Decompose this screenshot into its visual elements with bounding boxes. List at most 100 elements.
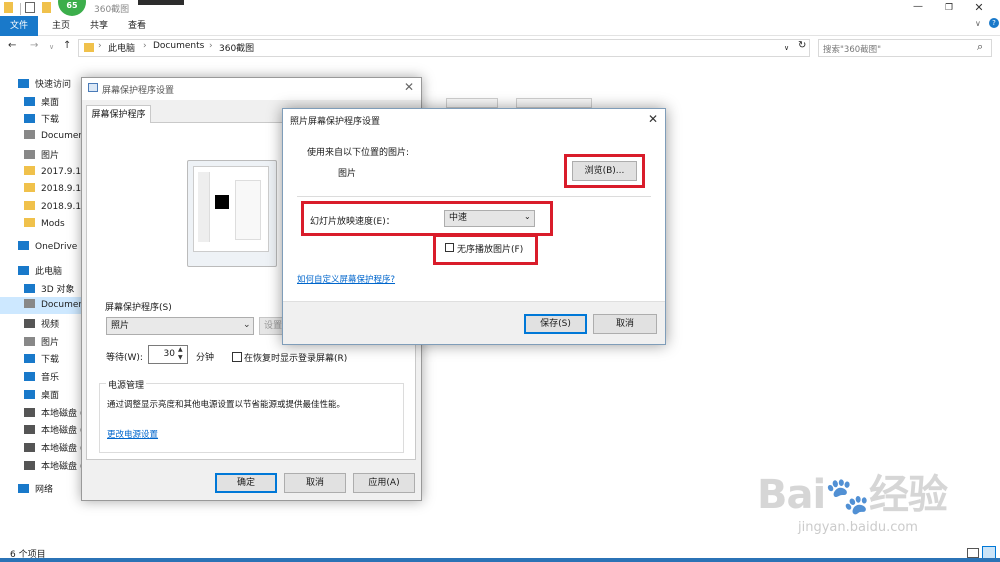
sidebar-item[interactable]: 2018.9.17 <box>24 201 82 212</box>
screensaver-select[interactable]: 照片 <box>106 317 254 335</box>
breadcrumb-separator[interactable]: › <box>209 41 213 51</box>
resume-checkbox[interactable] <box>232 352 242 362</box>
refresh-icon[interactable]: ↻ <box>798 40 806 51</box>
breadcrumb-this-pc[interactable]: 此电脑 <box>108 41 135 54</box>
file-thumbnail[interactable] <box>516 98 592 108</box>
taskbar-edge <box>0 558 1000 562</box>
search-icon[interactable]: ⌕ <box>977 40 983 54</box>
folder-icon <box>24 166 35 175</box>
recent-locations-button[interactable]: ∨ <box>49 43 54 51</box>
maximize-button[interactable]: ❐ <box>936 0 962 16</box>
document-icon <box>24 130 35 139</box>
sidebar-item[interactable]: 桌面 <box>24 95 82 108</box>
sidebar-item[interactable]: OneDrive <box>18 241 82 252</box>
sidebar-item[interactable]: 快速访问 <box>18 77 82 90</box>
sidebar-item[interactable]: 下载 <box>24 112 82 125</box>
sidebar-item[interactable]: 图片 <box>24 335 82 348</box>
slide-speed-select[interactable]: 中速 <box>444 210 535 227</box>
tab-home[interactable]: 主页 <box>44 16 78 36</box>
picture-icon <box>24 337 35 346</box>
shuffle-label[interactable]: 无序播放图片(F) <box>457 242 523 255</box>
tab-screensaver[interactable]: 屏幕保护程序 <box>86 105 151 123</box>
power-description: 通过调整显示亮度和其他电源设置以节省能源或提供最佳性能。 <box>107 400 346 410</box>
sidebar-item-label: 音乐 <box>41 373 60 383</box>
help-icon[interactable]: ? <box>989 18 999 28</box>
sidebar-item[interactable]: 此电脑 <box>18 264 82 277</box>
wait-label: 等待(W): <box>106 353 143 363</box>
power-title: 电源管理 <box>106 378 147 391</box>
tab-view[interactable]: 查看 <box>120 16 154 36</box>
sidebar-item[interactable]: 网络 <box>18 482 82 495</box>
details-view-icon[interactable] <box>967 548 979 558</box>
folder-icon <box>24 218 35 227</box>
sidebar-item-label: 桌面 <box>41 391 60 401</box>
ok-button[interactable]: 确定 <box>215 473 277 493</box>
watermark-url: jingyan.baidu.com <box>798 520 918 535</box>
sidebar-item-label: 图片 <box>41 151 60 161</box>
breadcrumb-360[interactable]: 360截图 <box>219 41 254 54</box>
cancel-button[interactable]: 取消 <box>284 473 346 493</box>
customize-help-link[interactable]: 如何自定义屏幕保护程序? <box>297 273 395 285</box>
ribbon-expand-icon[interactable]: ∨ <box>975 19 981 28</box>
sidebar-item[interactable]: 本地磁盘 ( <box>24 406 82 419</box>
slide-speed-label: 幻灯片放映速度(E)： <box>310 217 395 227</box>
sidebar-item[interactable]: Mods <box>24 218 82 229</box>
up-button[interactable]: ↑ <box>63 40 71 51</box>
file-thumbnail[interactable] <box>446 98 498 108</box>
wait-spinner[interactable]: ▲ ▼ <box>178 346 183 362</box>
sidebar-item-label: OneDrive <box>35 242 78 252</box>
disk-icon <box>24 425 35 434</box>
sidebar-item[interactable]: Documen <box>24 299 82 310</box>
sidebar-item[interactable]: 下载 <box>24 352 82 365</box>
sidebar-item-label: 2018.9.16 <box>41 184 82 194</box>
resume-label[interactable]: 在恢复时显示登录屏幕(R) <box>244 351 347 364</box>
close-icon[interactable]: ✕ <box>404 80 414 94</box>
sidebar-item-label: 下载 <box>41 355 60 365</box>
sidebar-item[interactable]: 视频 <box>24 317 82 330</box>
sidebar-item[interactable]: 2018.9.16 <box>24 183 82 194</box>
tab-share[interactable]: 共享 <box>82 16 116 36</box>
close-button[interactable]: ✕ <box>966 0 992 16</box>
sidebar-item[interactable]: 桌面 <box>24 388 82 401</box>
sidebar-item-label: 本地磁盘 ( <box>41 462 82 472</box>
chevron-down-icon: ⌄ <box>524 212 531 221</box>
breadcrumb-separator[interactable]: › <box>143 41 147 51</box>
sidebar-item[interactable]: 本地磁盘 ( <box>24 423 82 436</box>
sidebar-item[interactable]: 2017.9.18 <box>24 166 82 177</box>
cancel-button[interactable]: 取消 <box>593 314 657 334</box>
preview-panel <box>235 180 261 240</box>
save-button[interactable]: 保存(S) <box>524 314 587 334</box>
computer-icon <box>18 266 29 275</box>
sidebar-item[interactable]: 3D 对象 <box>24 282 82 295</box>
browse-button[interactable]: 浏览(B)... <box>572 161 637 181</box>
properties-icon[interactable] <box>25 2 35 13</box>
network-icon <box>18 484 29 493</box>
new-folder-icon[interactable] <box>42 2 51 13</box>
baidu-watermark: Bai🐾经验 <box>757 472 948 518</box>
folder-icon <box>84 43 94 52</box>
folder-icon <box>24 201 35 210</box>
apply-button[interactable]: 应用(A) <box>353 473 415 493</box>
forward-button[interactable]: → <box>30 40 38 51</box>
shuffle-checkbox[interactable] <box>445 243 454 252</box>
sidebar-item[interactable]: Document <box>24 130 82 141</box>
sidebar-item-label: 本地磁盘 ( <box>41 444 82 454</box>
breadcrumb-documents[interactable]: Documents <box>153 41 204 51</box>
sidebar-item[interactable]: 本地磁盘 ( <box>24 441 82 454</box>
power-settings-link[interactable]: 更改电源设置 <box>107 428 158 440</box>
search-placeholder: 搜索"360截图" <box>823 45 882 55</box>
preview-sidebar <box>198 172 210 242</box>
close-icon[interactable]: ✕ <box>648 112 658 126</box>
sidebar-item-label: 本地磁盘 ( <box>41 409 82 419</box>
sidebar-item[interactable]: 本地磁盘 ( <box>24 459 82 472</box>
pictures-from-label: 使用来自以下位置的图片: <box>307 148 410 158</box>
sidebar-item-label: 网络 <box>35 485 54 495</box>
sidebar-item[interactable]: 图片 <box>24 148 82 161</box>
sidebar-item[interactable]: 音乐 <box>24 370 82 383</box>
picture-icon <box>24 150 35 159</box>
address-dropdown-icon[interactable]: ∨ <box>784 44 789 52</box>
minimize-button[interactable]: — <box>905 0 931 16</box>
tab-file[interactable]: 文件 <box>0 16 38 36</box>
breadcrumb-separator[interactable]: › <box>98 41 102 51</box>
back-button[interactable]: ← <box>8 40 16 51</box>
